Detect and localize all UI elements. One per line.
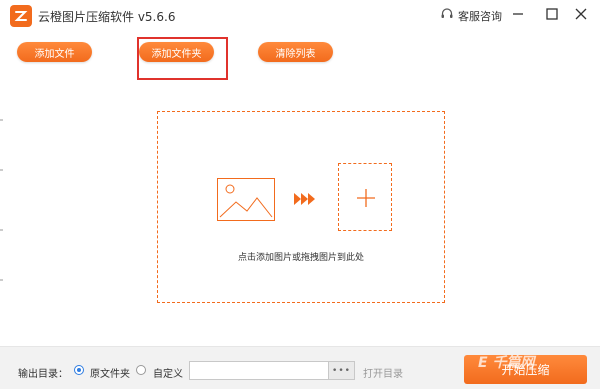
minimize-button[interactable] (509, 5, 527, 23)
support-link[interactable]: 客服咨询 (458, 8, 502, 24)
open-directory-link[interactable]: 打开目录 (363, 365, 403, 380)
output-path-input[interactable] (189, 361, 329, 380)
browse-button[interactable]: ••• (329, 361, 355, 380)
original-folder-radio[interactable] (74, 365, 84, 375)
original-folder-label[interactable]: 原文件夹 (90, 365, 130, 380)
custom-folder-radio[interactable] (136, 365, 146, 375)
maximize-button[interactable] (543, 5, 561, 23)
image-icon (217, 178, 275, 221)
drop-hint-text: 点击添加图片或拖拽图片到此处 (237, 253, 364, 263)
close-button[interactable] (572, 5, 590, 23)
window-title: 云橙图片压缩软件 v5.6.6 (38, 10, 176, 24)
forward-arrows-icon (294, 193, 315, 205)
annotation-highlight-box (137, 37, 228, 80)
watermark-text: E 千篇网 (478, 355, 535, 371)
clear-list-button[interactable]: 清除列表 (258, 42, 333, 62)
window-edge-decoration (0, 119, 3, 281)
custom-folder-label[interactable]: 自定义 (153, 365, 183, 380)
app-logo-icon (10, 5, 32, 27)
title-bar: 云橙图片压缩软件 v5.6.6 客服咨询 (0, 0, 600, 32)
add-file-button[interactable]: 添加文件 (17, 42, 92, 62)
headset-icon[interactable] (440, 7, 454, 21)
plus-icon (357, 189, 375, 207)
add-image-target[interactable] (338, 163, 392, 231)
toolbar: 添加文件 添加文件夹 清除列表 (0, 32, 600, 70)
drop-zone[interactable]: 点击添加图片或拖拽图片到此处 (157, 111, 445, 303)
output-dir-label: 输出目录： (18, 369, 68, 380)
